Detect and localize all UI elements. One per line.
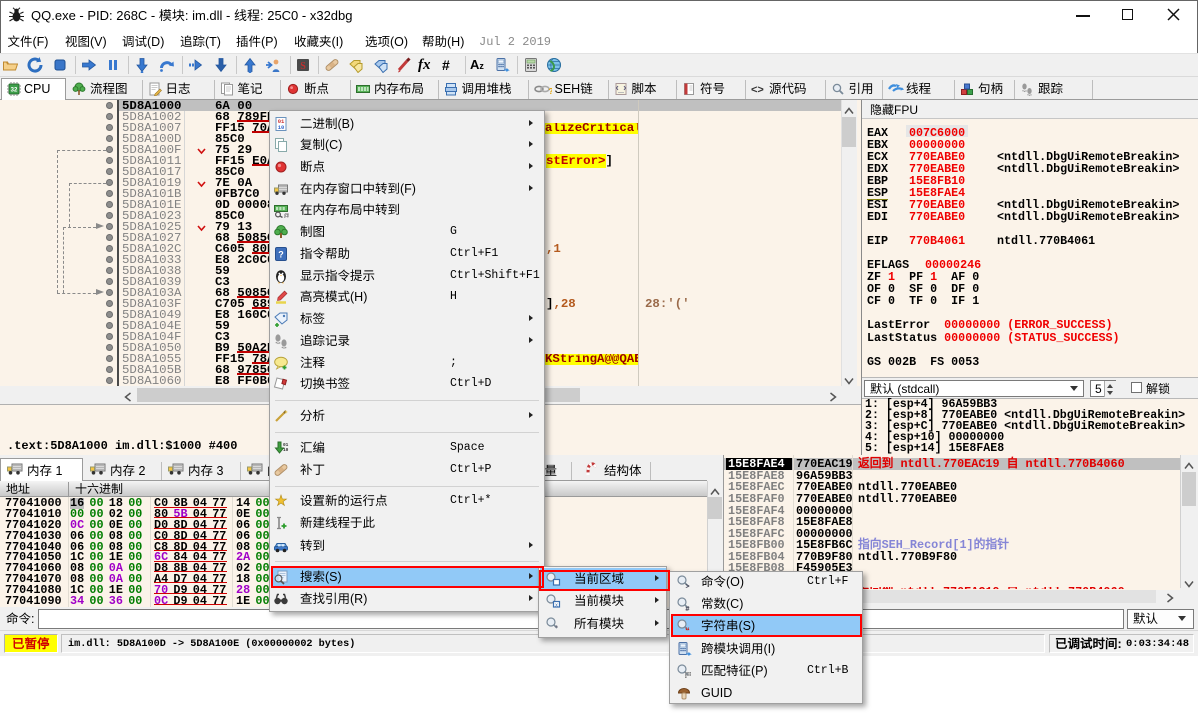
svg-text:10: 10 <box>283 447 289 453</box>
svg-text:*: * <box>555 624 558 632</box>
svg-text:10: 10 <box>278 124 285 131</box>
svg-text:x: x <box>555 602 558 608</box>
svg-text:?: ? <box>278 249 284 259</box>
svg-text:@: @ <box>284 214 290 219</box>
svg-text:S: S <box>300 61 306 72</box>
svg-text:32: 32 <box>11 87 18 93</box>
svg-text:>: > <box>685 583 689 590</box>
svg-text:#: # <box>685 604 690 612</box>
svg-text:?: ? <box>548 87 552 96</box>
